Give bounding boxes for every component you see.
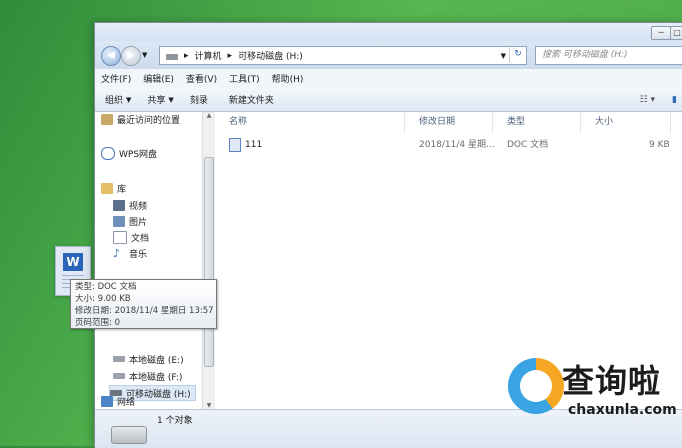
sidebar-item-label: 可移动磁盘 (H:) (126, 389, 191, 400)
column-header-name[interactable]: 名称 (215, 112, 405, 134)
sidebar-item-videos[interactable]: 视频 (113, 198, 147, 212)
minimize-button[interactable]: ─ (651, 26, 671, 40)
doc-file-icon (229, 138, 241, 152)
menu-edit[interactable]: 编辑(E) (137, 72, 180, 85)
menu-view[interactable]: 查看(V) (180, 72, 223, 85)
network-icon (101, 396, 113, 407)
menu-tools[interactable]: 工具(T) (223, 72, 266, 85)
file-name: 111 (245, 140, 263, 150)
sidebar-item-library[interactable]: 库 (101, 181, 126, 195)
watermark: 查询啦 chaxunla.com (504, 354, 677, 430)
removable-drive-large-icon (111, 426, 147, 444)
title-bar: ─ □ (95, 23, 682, 41)
navigation-scrollbar[interactable]: ▲ ▼ (202, 112, 215, 409)
breadcrumb-separator-icon: ▸ (227, 50, 233, 61)
view-options-icon[interactable]: ☷ ▾ (630, 95, 666, 105)
tooltip-size: 大小: 9.00 KB (75, 294, 131, 304)
sidebar-item-pictures[interactable]: 图片 (113, 214, 147, 228)
wps-doc-icon: W (63, 253, 83, 271)
column-header-modified[interactable]: 修改日期 (405, 112, 493, 134)
menu-help[interactable]: 帮助(H) (266, 72, 310, 85)
sidebar-item-wps[interactable]: WPS网盘 (101, 146, 157, 160)
music-icon: ♪ (113, 246, 121, 260)
sidebar-item-music[interactable]: ♪ 音乐 (113, 246, 147, 260)
watermark-domain: chaxunla.com (568, 402, 677, 418)
watermark-brand: 查询啦 (562, 362, 662, 400)
sidebar-item-label: 最近访问的位置 (117, 115, 181, 126)
back-button[interactable]: ◀ (101, 46, 121, 66)
tooltip-pages: 页码范围: 0 (75, 318, 120, 328)
sidebar-item-label: WPS网盘 (119, 149, 158, 160)
library-icon (101, 182, 113, 194)
video-icon (113, 199, 125, 211)
navigation-pane: 最近访问的位置 WPS网盘 库 视频 图片 文档 ♪ 音乐 本地磁盘 (E:) (95, 112, 201, 409)
column-header-type[interactable]: 类型 (493, 112, 581, 134)
new-folder-button[interactable]: 新建文件夹 (219, 93, 285, 106)
sidebar-item-label: 库 (117, 184, 127, 195)
sidebar-item-label: 视频 (129, 201, 148, 212)
history-chevron-down-icon[interactable]: ▼ (142, 51, 147, 59)
scroll-up-icon[interactable]: ▲ (203, 112, 215, 119)
tooltip-modified: 修改日期: 2018/11/4 星期日 13:57 (75, 306, 214, 316)
item-count: 1 个对象 (157, 416, 193, 426)
breadcrumb-drive-h[interactable]: 可移动磁盘 (H:) (238, 49, 303, 62)
command-bar: 组织 ▼ 共享 ▼ 刻录 新建文件夹 ☷ ▾ ▮ (95, 88, 682, 112)
recent-places-icon (101, 113, 113, 125)
address-dropdown-icon[interactable]: ▼ (501, 52, 506, 60)
search-placeholder: 搜索 可移动磁盘 (H:) (542, 50, 628, 60)
sidebar-item-network[interactable]: 网络 (101, 395, 135, 408)
hard-drive-icon (113, 356, 125, 362)
address-bar-area: ◀ ▶ ▼ ▸ 计算机 ▸ 可移动磁盘 (H:) ▼ ↻ 搜索 可移动磁盘 (H… (95, 41, 682, 69)
file-name-cell: 111 (229, 137, 262, 153)
search-input[interactable]: 搜索 可移动磁盘 (H:) (535, 46, 682, 65)
file-info-tooltip: 类型: DOC 文档 大小: 9.00 KB 修改日期: 2018/11/4 星… (70, 279, 217, 329)
breadcrumb-separator-icon: ▸ (184, 50, 189, 61)
forward-button[interactable]: ▶ (121, 46, 141, 66)
scroll-down-icon[interactable]: ▼ (203, 402, 215, 409)
watermark-logo-icon (508, 358, 564, 414)
sidebar-item-drive-f[interactable]: 本地磁盘 (F:) (113, 369, 182, 383)
sidebar-item-label: 文档 (131, 233, 150, 244)
scrollbar-thumb[interactable] (204, 157, 214, 367)
sidebar-item-drive-e[interactable]: 本地磁盘 (E:) (113, 352, 184, 366)
sidebar-item-recent[interactable]: 最近访问的位置 (101, 112, 180, 126)
file-size: 9 KB (649, 140, 670, 150)
menu-file[interactable]: 文件(F) (95, 72, 137, 85)
menu-bar: 文件(F) 编辑(E) 查看(V) 工具(T) 帮助(H) (95, 69, 682, 89)
sidebar-item-label: 图片 (129, 217, 148, 228)
file-modified: 2018/11/4 星期... (419, 140, 495, 150)
column-header-size[interactable]: 大小 (581, 112, 671, 134)
tooltip-type: 类型: DOC 文档 (75, 282, 137, 292)
cloud-icon (101, 146, 115, 160)
file-type: DOC 文档 (507, 140, 549, 150)
sidebar-item-label: 网络 (117, 398, 136, 408)
document-icon (113, 230, 127, 244)
refresh-button[interactable]: ↻ (509, 46, 526, 63)
drive-icon (166, 54, 178, 60)
burn-button[interactable]: 刻录 (180, 93, 219, 106)
maximize-button[interactable]: □ (670, 26, 682, 40)
sidebar-item-label: 音乐 (129, 249, 148, 260)
sidebar-item-label: 本地磁盘 (F:) (129, 372, 183, 383)
chevron-down-icon: ▼ (126, 95, 132, 104)
address-input[interactable]: ▸ 计算机 ▸ 可移动磁盘 (H:) ▼ (159, 46, 527, 65)
breadcrumb-computer[interactable]: 计算机 (195, 49, 222, 62)
picture-icon (113, 215, 125, 227)
sidebar-item-documents[interactable]: 文档 (113, 230, 149, 244)
sidebar-item-label: 本地磁盘 (E:) (129, 355, 184, 366)
hard-drive-icon (113, 373, 125, 379)
preview-pane-icon[interactable]: ▮ (666, 95, 682, 105)
chevron-down-icon: ▼ (168, 95, 174, 104)
